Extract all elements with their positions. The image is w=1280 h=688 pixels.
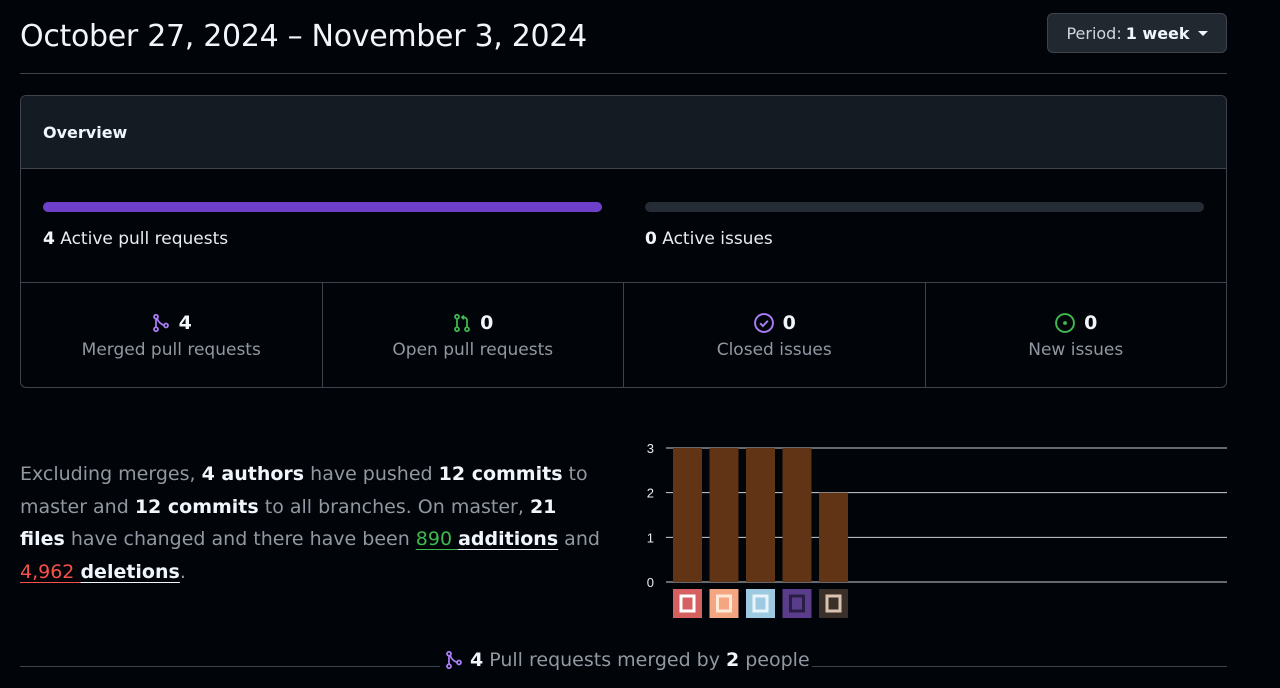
bar-chart: 0 1 2 3: [647, 441, 1227, 618]
merged-prs-heading: 4 Pull requests merged by 2 people: [442, 649, 812, 671]
deletions-word: deletions: [80, 560, 180, 583]
chart-bar[interactable]: [782, 448, 812, 582]
footer-divider-left: [20, 666, 440, 667]
y-tick-label: 1: [647, 530, 654, 545]
active-prs-text: Active pull requests: [60, 229, 229, 249]
overview-stats: 4 Merged pull requests 0 Open pull reque…: [21, 283, 1227, 387]
deletions-link[interactable]: 4,962 deletions: [20, 561, 180, 583]
open-prs-count: 0: [480, 311, 494, 334]
git-merge-icon: [446, 650, 462, 670]
period-button[interactable]: Period: 1 week: [1047, 13, 1227, 53]
triangle-down-icon: [1197, 30, 1208, 36]
stat-open-prs[interactable]: 0 Open pull requests: [323, 283, 624, 387]
summary-text: have pushed: [304, 463, 439, 485]
period-prefix: Period:: [1066, 23, 1122, 43]
summary-text: to all branches. On master,: [258, 495, 530, 518]
author-avatar[interactable]: [782, 589, 812, 618]
overview-progress: 4 Active pull requests 0 Active issues: [21, 169, 1226, 283]
summary-commits-all: 12 commits: [134, 495, 259, 518]
footer-text-2: people: [745, 649, 810, 671]
active-issues-text: Active issues: [662, 229, 773, 249]
active-issues-count: 0: [645, 229, 657, 249]
deletions-count: 4,962: [20, 560, 75, 583]
active-prs-label[interactable]: 4 Active pull requests: [43, 229, 228, 249]
y-tick-label: 3: [647, 441, 654, 456]
summary-text: Excluding merges,: [20, 463, 202, 485]
issue-closed-icon: [753, 312, 774, 333]
footer-divider-right: [812, 666, 1227, 667]
summary-commits-master: 12 commits: [438, 463, 563, 485]
stat-closed-issues[interactable]: 0 Closed issues: [624, 283, 926, 387]
y-tick-label: 2: [647, 486, 654, 501]
period-value: 1 week: [1125, 23, 1190, 43]
summary-text: and: [558, 528, 600, 550]
author-avatar[interactable]: [746, 589, 775, 618]
open-prs-label: Open pull requests: [392, 339, 554, 360]
chart-bar[interactable]: [709, 448, 739, 582]
closed-issues-count: 0: [782, 311, 796, 334]
closed-issues-label: Closed issues: [716, 339, 832, 360]
merged-prs-label: Merged pull requests: [81, 339, 261, 360]
issue-opened-icon: [1055, 312, 1076, 333]
chart-bar[interactable]: [819, 492, 848, 582]
merged-prs-count: 4: [178, 311, 192, 334]
author-avatar[interactable]: [709, 589, 739, 618]
summary-authors: 4 authors: [201, 463, 305, 485]
page-header: October 27, 2024 – November 3, 2024 Peri…: [20, 0, 1227, 74]
stat-new-issues[interactable]: 0 New issues: [926, 283, 1227, 387]
active-prs-count: 4: [43, 229, 55, 249]
stat-merged-prs[interactable]: 4 Merged pull requests: [21, 283, 323, 387]
chart-bar[interactable]: [746, 448, 775, 582]
overview-panel: Overview 4 Active pull requests 0 Active…: [20, 95, 1227, 388]
git-pull-request-icon: [454, 313, 470, 332]
additions-link[interactable]: 890 additions: [416, 528, 558, 550]
summary-text: .: [179, 560, 186, 583]
active-prs-bar: [43, 202, 602, 212]
active-issues-label[interactable]: 0 Active issues: [645, 229, 773, 249]
active-issues-bar: [645, 202, 1204, 212]
additions-word: additions: [458, 528, 559, 550]
y-tick-label: 0: [647, 575, 654, 590]
author-avatar[interactable]: [819, 589, 848, 618]
commit-summary: Excluding merges, 4 authors have pushed …: [20, 458, 600, 588]
additions-count: 890: [415, 528, 453, 550]
date-range-title: October 27, 2024 – November 3, 2024: [20, 19, 587, 54]
summary-text: have changed and there have been: [64, 528, 416, 550]
footer-people-count: 2: [726, 649, 740, 671]
active-prs-bar-fill: [43, 202, 602, 212]
overview-title: Overview: [21, 96, 1226, 169]
footer-pr-count: 4: [470, 649, 484, 671]
new-issues-count: 0: [1084, 311, 1098, 334]
author-avatar[interactable]: [673, 589, 702, 618]
git-merge-icon: [152, 313, 169, 332]
new-issues-label: New issues: [1028, 339, 1124, 360]
footer-text-1: Pull requests merged by: [489, 649, 720, 671]
chart-bar[interactable]: [673, 448, 702, 582]
commits-by-author-chart: 0 1 2 3: [630, 432, 1230, 627]
